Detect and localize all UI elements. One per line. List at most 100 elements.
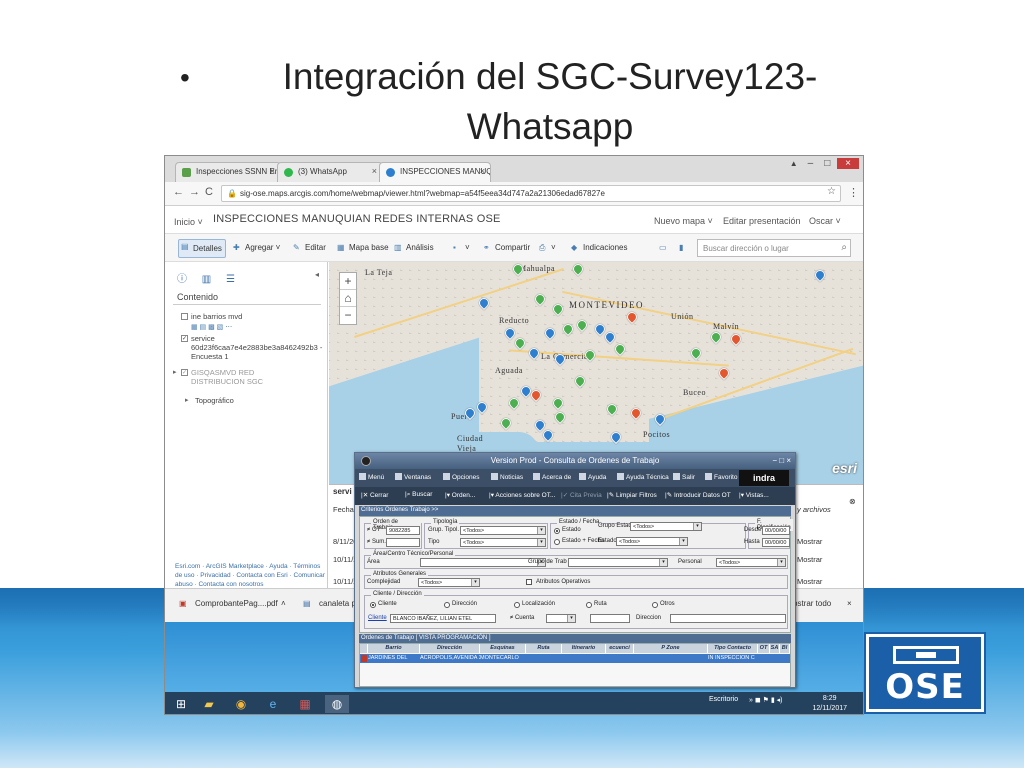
tab-inspecciones-manuquian[interactable]: INSPECCIONES MANUQ × xyxy=(379,162,491,182)
reload-button[interactable]: C xyxy=(205,186,213,198)
new-map-menu[interactable]: Nuevo mapa ˅ xyxy=(654,216,713,226)
menu-item-ayuda[interactable]: Ayuda xyxy=(579,473,606,481)
column-header[interactable]: Itinerario xyxy=(562,644,606,653)
analysis-button[interactable]: ▥ Análisis xyxy=(392,241,437,256)
cuenta-input[interactable] xyxy=(590,614,630,623)
contents-icon[interactable]: ▥ xyxy=(202,274,211,285)
chevron-up-icon[interactable]: ˄ xyxy=(281,599,286,608)
footer-links[interactable]: Esri.com · ArcGIS Marketplace · Ayuda · … xyxy=(175,562,325,589)
internet-explorer-icon[interactable]: e xyxy=(261,695,285,713)
show-all-downloads[interactable]: ostrar todo xyxy=(793,599,831,608)
add-button[interactable]: ✚ Agregar ˅ xyxy=(231,241,283,256)
menu-item-salir[interactable]: Salir xyxy=(673,473,695,481)
ot-actions-button[interactable]: |▾ Acciones sobre OT... xyxy=(489,491,555,499)
tipo-select[interactable]: <Todos> ▾ xyxy=(460,538,546,547)
menu-item-acerca[interactable]: Acerca de xyxy=(533,473,571,481)
save-menu[interactable]: ▪ ˅ xyxy=(451,241,473,256)
ruta-radio[interactable] xyxy=(586,602,592,608)
user-menu[interactable]: Oscar ˅ xyxy=(809,216,841,226)
layer-ine-barrios[interactable]: ine barrios mvd ▦ ▤ ▩ ▧ ⋯ xyxy=(181,312,242,332)
close-window-button[interactable]: × xyxy=(837,158,859,169)
direccion-radio[interactable] xyxy=(444,602,450,608)
close-button[interactable]: |✕ Cerrar xyxy=(361,491,388,499)
details-button[interactable]: ▤ Detalles xyxy=(178,239,226,258)
column-header[interactable]: P Zone xyxy=(634,644,708,653)
atributos-operativos-checkbox[interactable] xyxy=(526,579,532,585)
cliente-radio[interactable] xyxy=(370,602,376,608)
column-header[interactable]: Barrio xyxy=(368,644,420,653)
column-header[interactable]: SA xyxy=(770,644,780,653)
criteria-header[interactable]: Criterios Ordenes Trabajo >> xyxy=(359,506,791,516)
minimize-button[interactable]: – xyxy=(803,158,817,169)
bookmark-star-icon[interactable]: ☆ xyxy=(827,186,836,197)
column-header[interactable]: Bl xyxy=(780,644,790,653)
estado-select[interactable]: <Todos> ▾ xyxy=(616,537,688,546)
show-attachment-button[interactable]: Mostrar xyxy=(797,577,822,586)
column-header[interactable]: Dirección xyxy=(420,644,480,653)
app-icon[interactable]: ▦ xyxy=(293,695,317,713)
column-header[interactable]: OT xyxy=(758,644,770,653)
share-button[interactable]: ⚭ Compartir xyxy=(481,241,533,256)
directions-button[interactable]: ◆ Indicaciones xyxy=(569,241,630,256)
desktop-label[interactable]: Escritorio xyxy=(709,696,738,703)
grupo-trabajo-select[interactable]: ▾ xyxy=(568,558,668,567)
desde-input[interactable]: 00/00/00 xyxy=(762,526,790,535)
measure-icon[interactable]: ▭ xyxy=(657,241,674,256)
chrome-icon[interactable]: ◉ xyxy=(229,695,253,713)
tab-close-icon[interactable]: × xyxy=(270,166,275,176)
enter-ot-data-button[interactable]: |✎ Introducir Datos OT xyxy=(665,491,731,499)
bookmarks-icon[interactable]: ▮ xyxy=(677,241,694,256)
active-app-icon[interactable]: ◍ xyxy=(325,695,349,713)
tray-icons[interactable]: » ◼ ⚑ ▮ ◂) xyxy=(749,696,782,704)
sum-input[interactable] xyxy=(386,538,420,547)
system-clock[interactable]: 8:29 12/11/2017 xyxy=(812,694,847,714)
menu-item-noticias[interactable]: Noticias xyxy=(491,473,523,481)
home-extent-button[interactable]: ⌂ xyxy=(340,290,356,307)
info-icon[interactable]: ⓘ xyxy=(177,274,187,285)
otros-radio[interactable] xyxy=(652,602,658,608)
column-header[interactable]: Tipo Contacto xyxy=(708,644,758,653)
tab-close-icon[interactable]: × xyxy=(480,166,485,176)
print-menu[interactable]: ⎙ ˅ xyxy=(537,241,559,256)
grup-tipol-select[interactable]: <Todos> ▾ xyxy=(460,526,546,535)
menu-item-favorito[interactable]: Favorito xyxy=(705,473,737,481)
zoom-in-button[interactable]: + xyxy=(340,273,356,290)
download-item[interactable]: ComprobantePag....pdf xyxy=(195,599,278,608)
map-view[interactable]: La Teja Mahualpa MONTEVIDEO Reducto Unió… xyxy=(329,262,863,484)
menu-item-menu[interactable]: Menú xyxy=(359,473,384,481)
cliente-link[interactable]: Cliente xyxy=(368,615,387,621)
personal-select[interactable]: <Todos> ▾ xyxy=(716,558,786,567)
hasta-input[interactable]: 00/00/00 xyxy=(762,538,790,547)
home-menu[interactable]: Inicio ˅ xyxy=(174,217,203,227)
forward-button[interactable]: → xyxy=(189,186,200,198)
window-controls[interactable]: − □ × xyxy=(772,456,791,465)
complejidad-select[interactable]: <Todos> ▾ xyxy=(418,578,480,587)
order-menu-button[interactable]: |▾ Orden... xyxy=(445,491,475,499)
layer-topografico[interactable]: ▸ Topográfico xyxy=(185,396,234,405)
cliente-input[interactable]: BLANCO IBAÑEZ, LILIAN ETEL xyxy=(390,614,496,623)
edit-presentation-link[interactable]: Editar presentación xyxy=(723,216,801,226)
layer-service-encuesta[interactable]: ✓ service 60d23f6caa7e4e2883be3a8462492b… xyxy=(181,334,325,361)
url-field[interactable]: 🔒 sig-ose.maps.arcgis.com/home/webmap/vi… xyxy=(221,185,841,202)
appointment-button[interactable]: |✓ Cita Previa xyxy=(561,491,602,499)
layer-gisqasmvd[interactable]: ▸ ✓ GISQASMVD RED DISTRIBUCION SGC xyxy=(173,368,291,386)
column-header[interactable]: Ruta xyxy=(526,644,562,653)
show-attachment-button[interactable]: Mostrar xyxy=(797,537,822,546)
direccion-input[interactable] xyxy=(670,614,786,623)
ot-input[interactable]: 9082285 xyxy=(386,526,420,535)
windows-start-icon[interactable]: ⊞ xyxy=(169,695,193,713)
estado-fecha-radio[interactable] xyxy=(554,539,560,545)
basemap-button[interactable]: ▦ Mapa base xyxy=(335,241,392,256)
menu-item-ventanas[interactable]: Ventanas xyxy=(395,473,431,481)
search-input[interactable]: Buscar dirección o lugar ⌕ xyxy=(697,239,851,257)
close-downloads-icon[interactable]: × xyxy=(847,599,852,608)
legend-icon[interactable]: ☰ xyxy=(226,274,235,285)
maximize-button[interactable]: □ xyxy=(820,158,834,169)
layer-checkbox[interactable]: ✓ xyxy=(181,369,188,376)
layer-tools-icons[interactable]: ▦ ▤ ▩ ▧ ⋯ xyxy=(191,323,242,332)
column-header[interactable]: ecuenci xyxy=(606,644,634,653)
file-explorer-icon[interactable]: ▰ xyxy=(197,695,221,713)
browser-menu-icon[interactable]: ⋮ xyxy=(848,186,859,199)
estado-radio[interactable] xyxy=(554,528,560,534)
layer-checkbox[interactable] xyxy=(181,313,188,320)
